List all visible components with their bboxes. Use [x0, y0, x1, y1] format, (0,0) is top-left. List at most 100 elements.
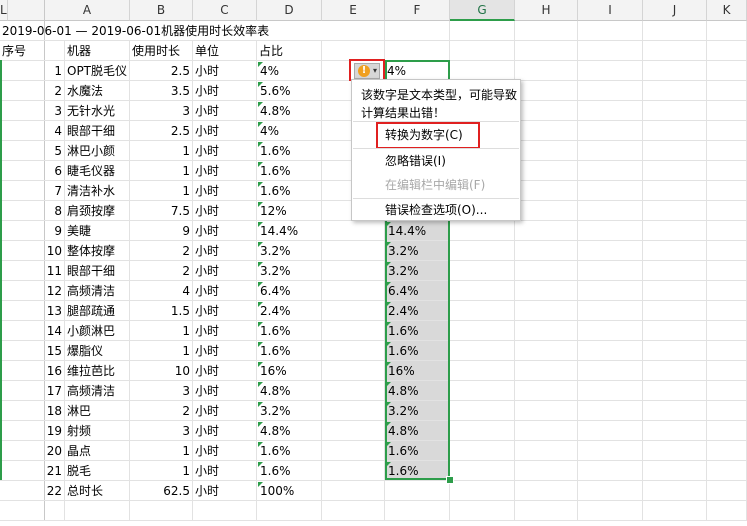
percent-cell[interactable]: 4.8% [257, 381, 322, 401]
error-check-button-inner[interactable]: ! ▾ [354, 63, 380, 79]
percent-cell[interactable]: 1.6% [257, 141, 322, 161]
fill-handle[interactable] [446, 476, 454, 484]
cell[interactable] [578, 41, 643, 61]
row-number[interactable]: 19 [0, 421, 65, 441]
unit[interactable]: 小时 [193, 61, 257, 81]
column-header-i[interactable]: I [578, 0, 643, 21]
machine-name[interactable]: 淋巴 [65, 401, 130, 421]
cell[interactable] [707, 241, 747, 261]
cell[interactable] [578, 401, 643, 421]
unit[interactable]: 小时 [193, 321, 257, 341]
cell[interactable] [643, 381, 707, 401]
machine-name[interactable]: 射频 [65, 421, 130, 441]
percent-cell[interactable]: 4.8% [257, 101, 322, 121]
cell[interactable] [643, 321, 707, 341]
cell[interactable] [643, 221, 707, 241]
row-number[interactable]: 14 [0, 321, 65, 341]
cell[interactable] [707, 501, 747, 521]
usage-hours[interactable]: 1 [130, 161, 193, 181]
cell[interactable] [515, 261, 578, 281]
header-c[interactable]: 使用时长 [130, 41, 193, 61]
cell[interactable] [515, 221, 578, 241]
error-check-button[interactable]: ! ▾ [349, 59, 385, 81]
cell[interactable] [322, 241, 385, 261]
cell[interactable] [515, 481, 578, 501]
usage-hours[interactable]: 2.5 [130, 121, 193, 141]
row-number[interactable]: 11 [0, 261, 65, 281]
total-hours[interactable]: 62.5 [130, 481, 193, 501]
machine-name[interactable]: 眼部干细 [65, 261, 130, 281]
cell[interactable] [707, 181, 747, 201]
cell[interactable] [643, 161, 707, 181]
cell[interactable] [450, 441, 515, 461]
cell[interactable] [707, 301, 747, 321]
row-number[interactable]: 7 [0, 181, 65, 201]
cell[interactable] [578, 81, 643, 101]
usage-hours[interactable]: 1 [130, 321, 193, 341]
cell[interactable] [450, 41, 515, 61]
g-percent-cell[interactable]: 3.2% [385, 401, 450, 421]
cell[interactable] [643, 241, 707, 261]
g-percent-cell[interactable]: 6.4% [385, 281, 450, 301]
g-percent-cell[interactable]: 2.4% [385, 301, 450, 321]
cell[interactable] [707, 421, 747, 441]
percent-cell[interactable]: 1.6% [257, 341, 322, 361]
cell[interactable] [578, 341, 643, 361]
cell[interactable] [707, 481, 747, 501]
cell[interactable] [578, 461, 643, 481]
cell[interactable] [707, 441, 747, 461]
machine-name[interactable]: 腿部疏通 [65, 301, 130, 321]
cell[interactable] [450, 421, 515, 441]
cell[interactable] [515, 361, 578, 381]
cell[interactable] [322, 381, 385, 401]
cell[interactable] [643, 41, 707, 61]
cell[interactable] [707, 21, 747, 41]
column-header-a[interactable]: A [45, 0, 130, 21]
unit[interactable]: 小时 [193, 101, 257, 121]
row-number[interactable]: 13 [0, 301, 65, 321]
cell[interactable] [578, 221, 643, 241]
row-number[interactable]: 4 [0, 121, 65, 141]
menu-item-convert-to-number[interactable]: 转换为数字(C) [385, 126, 463, 144]
cell[interactable] [515, 401, 578, 421]
cell[interactable] [0, 501, 65, 521]
cell[interactable] [578, 61, 643, 81]
percent-cell[interactable]: 6.4% [257, 281, 322, 301]
cell[interactable] [707, 141, 747, 161]
unit[interactable]: 小时 [193, 301, 257, 321]
usage-hours[interactable]: 1 [130, 141, 193, 161]
cell[interactable] [450, 461, 515, 481]
usage-hours[interactable]: 4 [130, 281, 193, 301]
machine-name[interactable]: 淋巴小颜 [65, 141, 130, 161]
cell[interactable] [515, 421, 578, 441]
cell[interactable] [578, 261, 643, 281]
column-header-h[interactable]: H [515, 0, 578, 21]
g-percent-cell[interactable]: 14.4% [385, 221, 450, 241]
cell[interactable] [578, 101, 643, 121]
machine-name[interactable]: 无针水光 [65, 101, 130, 121]
cell[interactable] [385, 481, 450, 501]
unit[interactable]: 小时 [193, 461, 257, 481]
usage-hours[interactable]: 2 [130, 241, 193, 261]
cell[interactable] [450, 301, 515, 321]
machine-name[interactable]: 整体按摩 [65, 241, 130, 261]
cell[interactable] [707, 161, 747, 181]
cell[interactable] [130, 501, 193, 521]
cell[interactable] [322, 481, 385, 501]
unit[interactable]: 小时 [193, 181, 257, 201]
unit[interactable]: 小时 [193, 201, 257, 221]
row-number[interactable]: 21 [0, 461, 65, 481]
row-number[interactable]: 8 [0, 201, 65, 221]
cell[interactable] [322, 301, 385, 321]
cell[interactable] [578, 281, 643, 301]
g-percent-cell[interactable]: 4.8% [385, 381, 450, 401]
cell[interactable] [322, 361, 385, 381]
cell[interactable] [643, 361, 707, 381]
cell[interactable] [515, 141, 578, 161]
g-percent-cell[interactable]: 4% [385, 61, 450, 81]
sheet-title[interactable]: 2019-06-01 — 2019-06-01机器使用时长效率表 [0, 21, 322, 41]
g-percent-cell[interactable]: 1.6% [385, 321, 450, 341]
cell[interactable] [707, 321, 747, 341]
cell[interactable] [643, 501, 707, 521]
cell[interactable] [322, 421, 385, 441]
